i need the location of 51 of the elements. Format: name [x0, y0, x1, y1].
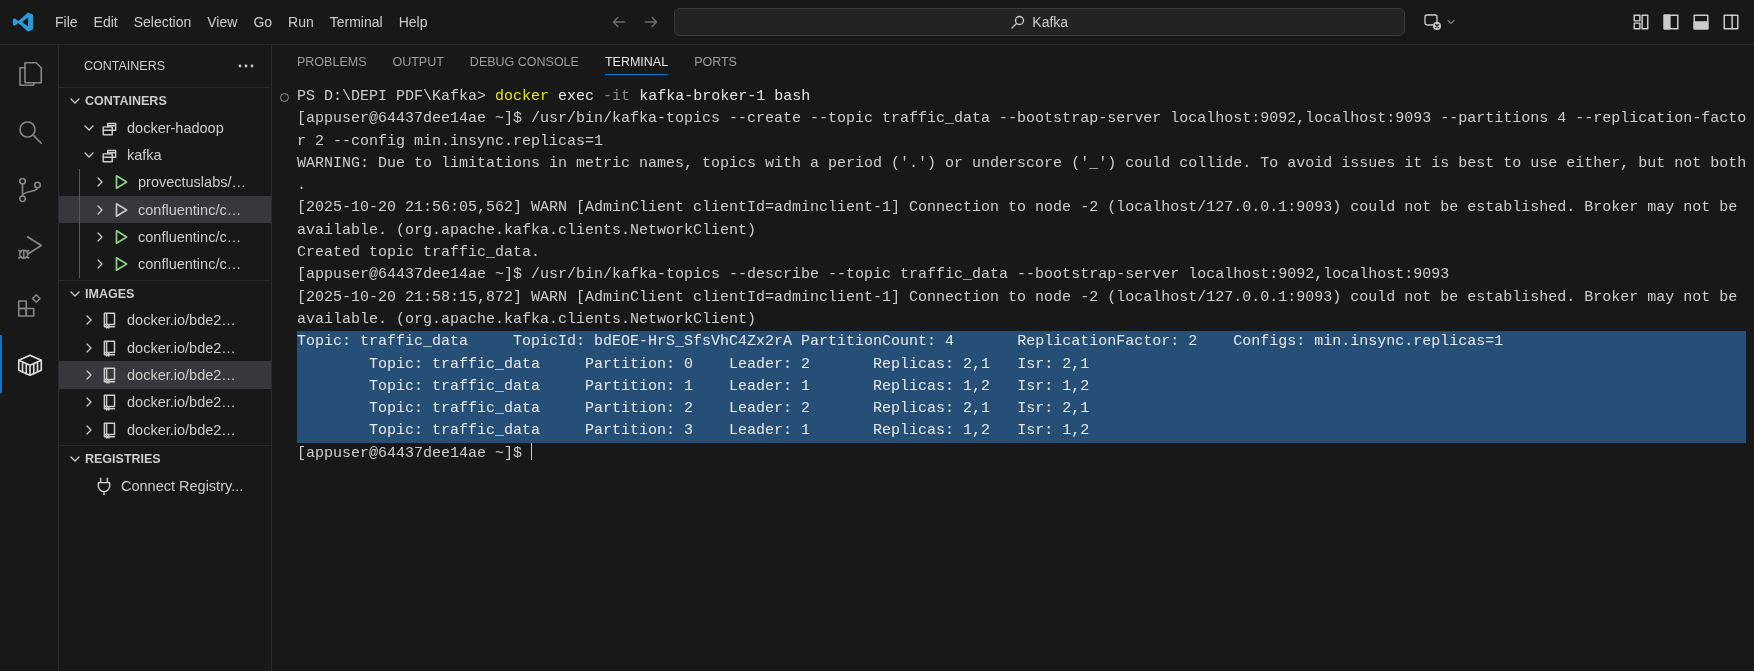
toggle-panel-icon[interactable]	[1692, 13, 1710, 31]
terminal-line: r 2 --config min.insync.replicas=1	[297, 131, 605, 152]
terminal-line: WARNING: Due to limitations in metric names, topics with a period ('.') or underscore ('_') could collide. To avoid issues it is best to use either, but not both	[297, 153, 1746, 174]
search-icon	[1010, 14, 1027, 30]
tree-item[interactable]: docker.io/bde2…	[59, 388, 271, 416]
terminal-line: [2025-10-20 21:58:15,872] WARN [AdminClient clientId=adminclient-1] Connection to node -2 (localhost/127.0.0.1:9093) could not be established. Broker may not be	[297, 287, 1739, 308]
menu-item[interactable]: Selection	[126, 10, 199, 34]
tree-item[interactable]: docker.io/bde2…	[59, 306, 271, 335]
toggle-sidebar-icon[interactable]	[1662, 13, 1680, 31]
section-header[interactable]: IMAGES	[59, 279, 271, 307]
menu-item[interactable]: Help	[391, 10, 435, 34]
terminal-line: PS D:\DEPI PDF\Kafka> docker exec -it kafka-broker-1 bash	[297, 86, 1746, 109]
search-field[interactable]: Kafka	[673, 8, 1405, 36]
terminal-line: .	[297, 176, 307, 197]
more-actions-icon[interactable]	[237, 63, 255, 69]
sidebar-title: CONTAINERS	[84, 59, 166, 73]
text-cursor	[531, 442, 533, 460]
terminal-line: [appuser@64437dee14ae ~]$ /usr/bin/kafka-topics --describe --topic traffic_data --bootstrap-server localhost:9092,localhost:9093	[297, 265, 1451, 286]
tree-item[interactable]: confluentinc/c…	[59, 195, 271, 224]
menu-item[interactable]: Go	[246, 10, 280, 34]
section-header[interactable]: REGISTRIES	[59, 445, 271, 473]
tree-item[interactable]: docker-hadoop	[59, 114, 271, 142]
tree-item[interactable]: Connect Registry...	[59, 472, 271, 500]
terminal-line: [2025-10-20 21:56:05,562] WARN [AdminClient clientId=adminclient-1] Connection to node -2 (localhost/127.0.0.1:9093) could not be established. Broker may not be	[297, 198, 1739, 219]
tree-item[interactable]: kafka	[59, 141, 271, 169]
app-logo-icon[interactable]	[12, 11, 34, 33]
menu-item[interactable]: View	[200, 10, 245, 34]
tree-item[interactable]: docker.io/bde2…	[59, 415, 271, 444]
tree-item[interactable]: provectuslabs/…	[59, 168, 271, 196]
terminal-line: Created topic traffic_data.	[297, 243, 542, 264]
menu-item[interactable]: File	[48, 10, 85, 34]
layout-customize-icon[interactable]	[1632, 13, 1650, 31]
menu-item[interactable]: Run	[281, 10, 321, 34]
menu-item[interactable]: Edit	[86, 10, 125, 34]
plug-icon	[95, 476, 113, 495]
panel-tab[interactable]: PORTS	[694, 55, 737, 75]
tree-item[interactable]: confluentinc/c…	[59, 223, 271, 251]
panel-tab[interactable]: TERMINAL	[604, 55, 669, 75]
panel-tab[interactable]: PROBLEMS	[297, 55, 367, 75]
menu-item[interactable]: Terminal	[322, 10, 390, 34]
tree-item[interactable]: docker.io/bde2…	[59, 361, 271, 389]
terminal-line: available. (org.apache.kafka.clients.NetworkClient)	[297, 309, 758, 330]
section-header[interactable]: CONTAINERS	[59, 87, 271, 114]
tree-item[interactable]: confluentinc/c…	[59, 250, 271, 278]
toggle-secondary-sidebar-icon[interactable]	[1722, 13, 1740, 31]
tree-item[interactable]: docker.io/bde2…	[59, 334, 271, 362]
panel-tab[interactable]: OUTPUT	[392, 55, 444, 75]
terminal-line: available. (org.apache.kafka.clients.NetworkClient)	[297, 220, 758, 241]
terminal-line: [appuser@64437dee14ae ~]$	[297, 442, 1746, 466]
panel-tab[interactable]: DEBUG CONSOLE	[469, 55, 579, 75]
terminal-line: [appuser@64437dee14ae ~]$ /usr/bin/kafka-topics --create --topic traffic_data --bootstrap-server localhost:9092,localhost:9093 --partitions 4 --replication-facto	[297, 109, 1746, 130]
